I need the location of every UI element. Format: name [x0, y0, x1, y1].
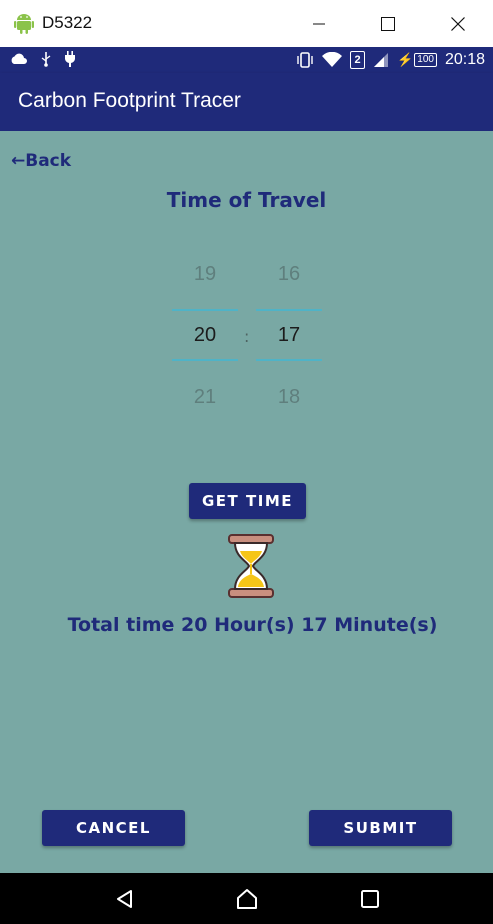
- android-icon: [14, 14, 34, 34]
- close-icon: [451, 16, 465, 31]
- minute-prev[interactable]: 16: [256, 263, 322, 286]
- hour-next[interactable]: 21: [172, 386, 238, 409]
- minute-selected[interactable]: 17: [256, 324, 322, 347]
- cloud-icon: [11, 53, 27, 64]
- minute-divider-bottom: [256, 359, 322, 361]
- submit-button[interactable]: SUBMIT: [309, 810, 452, 846]
- minimize-button[interactable]: [296, 0, 342, 47]
- app-bar: Carbon Footprint Tracer: [0, 73, 493, 131]
- wifi-icon: [322, 52, 343, 67]
- minute-divider-top: [256, 309, 322, 311]
- hour-prev[interactable]: 19: [172, 263, 238, 286]
- window-title: D5322: [42, 13, 93, 32]
- page-heading: Time of Travel: [166, 188, 327, 212]
- home-nav-icon: [237, 889, 257, 909]
- plug-icon: [65, 51, 75, 67]
- time-separator: :: [244, 327, 250, 346]
- cancel-button[interactable]: CANCEL: [42, 810, 185, 846]
- signal-icon: [374, 53, 389, 67]
- hour-selected[interactable]: 20: [172, 324, 238, 347]
- app-title: Carbon Footprint Tracer: [18, 89, 241, 112]
- nav-back-button[interactable]: [113, 887, 137, 911]
- nav-recents-button[interactable]: [358, 887, 382, 911]
- back-nav-icon: [117, 890, 132, 908]
- close-button[interactable]: [435, 0, 481, 47]
- total-time-text: Total time 20 Hour(s) 17 Minute(s): [67, 614, 438, 636]
- maximize-button[interactable]: [365, 0, 411, 47]
- get-time-button[interactable]: GET TIME: [189, 483, 306, 519]
- hour-divider-top: [172, 309, 238, 311]
- sim-badge: 2: [350, 51, 366, 69]
- status-bar: 2 ⚡ 100 20:18: [0, 47, 493, 73]
- hour-divider-bottom: [172, 359, 238, 361]
- navigation-bar: [0, 873, 493, 924]
- main-content: ←Back Time of Travel 19 20 21 : 16 17 18…: [0, 131, 493, 873]
- back-link[interactable]: ←Back: [11, 151, 71, 171]
- window-title-bar: D5322: [0, 0, 493, 48]
- status-time: 20:18: [444, 51, 485, 68]
- usb-icon: [41, 52, 51, 67]
- maximize-icon: [381, 16, 395, 31]
- time-picker[interactable]: 19 20 21 : 16 17 18: [172, 251, 322, 421]
- minimize-icon: [313, 23, 325, 24]
- hourglass-icon: [228, 534, 274, 598]
- battery-icon: ⚡ 100: [397, 52, 437, 68]
- vibrate-icon: [297, 52, 313, 68]
- minute-next[interactable]: 18: [256, 386, 322, 409]
- recents-nav-icon: [361, 890, 379, 908]
- nav-home-button[interactable]: [235, 887, 259, 911]
